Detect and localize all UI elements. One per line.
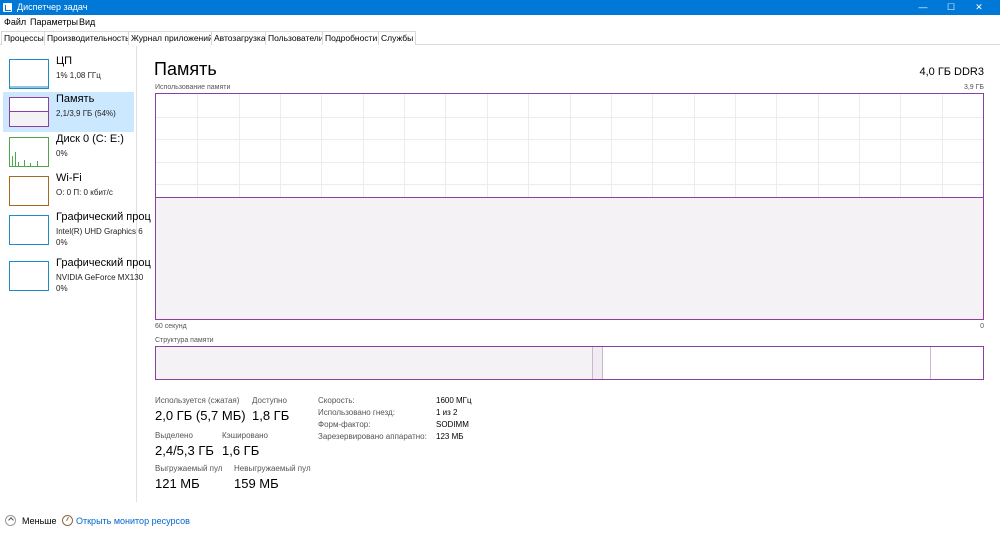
available-label: Доступно xyxy=(252,396,287,405)
slots-label: Использовано гнезд: xyxy=(318,408,395,417)
memory-thumb-fill xyxy=(10,110,48,126)
graph-max-label: 3,9 ГБ xyxy=(963,84,984,91)
menu-options[interactable]: Параметры xyxy=(30,17,78,28)
memory-usage-fill xyxy=(156,197,983,319)
graph-time-label: 60 секунд xyxy=(155,323,187,330)
fewer-details-button[interactable]: Меньше xyxy=(22,516,57,527)
graph-zero-label: 0 xyxy=(980,323,984,330)
wifi-graph-thumbnail xyxy=(9,176,49,206)
close-button[interactable]: ✕ xyxy=(965,0,993,15)
sidebar-item-title: Диск 0 (C: E:) xyxy=(56,133,124,145)
tab-app-history[interactable]: Журнал приложений xyxy=(128,31,216,45)
sidebar-item-cpu[interactable]: ЦП 1% 1,08 ГГц xyxy=(3,54,134,94)
tab-services[interactable]: Службы xyxy=(378,31,417,45)
form-factor-label: Форм-фактор: xyxy=(318,420,371,429)
sidebar-item-title: Графический проц xyxy=(56,257,151,269)
sidebar-item-usage: 0% xyxy=(56,238,68,247)
memory-usage-graph xyxy=(155,93,984,320)
committed-label: Выделено xyxy=(155,431,193,440)
window-title: Диспетчер задач xyxy=(17,2,88,12)
cached-label: Кэшировано xyxy=(222,431,269,440)
tab-details[interactable]: Подробности xyxy=(322,31,381,45)
open-resource-monitor-link[interactable]: Открыть монитор ресурсов xyxy=(76,516,190,527)
speed-value: 1600 МГц xyxy=(436,396,472,405)
tab-performance[interactable]: Производительность xyxy=(44,31,133,46)
sidebar-item-title: Wi-Fi xyxy=(56,172,82,184)
structure-in-use xyxy=(156,347,593,379)
committed-value: 2,4/5,3 ГБ xyxy=(155,443,214,458)
nonpaged-pool-label: Невыгружаемый пул xyxy=(234,464,311,473)
gpu1-graph-thumbnail xyxy=(9,261,49,291)
sidebar-item-title: Память xyxy=(56,93,95,105)
sidebar-item-title: ЦП xyxy=(56,55,73,67)
available-value: 1,8 ГБ xyxy=(252,408,290,423)
structure-free xyxy=(931,347,983,379)
form-factor-value: SODIMM xyxy=(436,420,469,429)
sidebar-item-detail: 0% xyxy=(56,149,68,158)
menu-bar: Файл Параметры Вид xyxy=(0,15,1000,31)
memory-spec: 4,0 ГБ DDR3 xyxy=(919,66,984,78)
structure-modified xyxy=(593,347,603,379)
sidebar-item-detail: Intel(R) UHD Graphics 6 xyxy=(56,227,143,236)
speed-label: Скорость: xyxy=(318,396,355,405)
disk-graph-thumbnail xyxy=(9,137,49,167)
sidebar-item-gpu-0[interactable]: Графический проц Intel(R) UHD Graphics 6… xyxy=(3,210,151,256)
memory-panel: Память 4,0 ГБ DDR3 Использование памяти … xyxy=(138,46,1000,502)
title-bar: Диспетчер задач — ☐ ✕ xyxy=(0,0,1000,15)
slots-value: 1 из 2 xyxy=(436,408,458,417)
minimize-button[interactable]: — xyxy=(909,0,937,15)
sidebar-item-memory[interactable]: Память 2,1/3,9 ГБ (54%) xyxy=(3,92,134,132)
sidebar-item-detail: 2,1/3,9 ГБ (54%) xyxy=(56,109,116,118)
menu-view[interactable]: Вид xyxy=(79,17,95,28)
graph-label: Использование памяти xyxy=(155,84,231,91)
tab-startup[interactable]: Автозагрузка xyxy=(211,31,269,45)
tab-processes[interactable]: Процессы xyxy=(1,31,47,45)
cached-value: 1,6 ГБ xyxy=(222,443,260,458)
sidebar-item-title: Графический проц xyxy=(56,211,151,223)
nonpaged-pool-value: 159 МБ xyxy=(234,476,279,491)
structure-standby xyxy=(603,347,931,379)
sidebar-item-gpu-1[interactable]: Графический проц NVIDIA GeForce MX130 0% xyxy=(3,256,151,302)
cpu-thumb-line xyxy=(10,86,48,88)
chevron-up-icon[interactable] xyxy=(5,515,16,526)
maximize-button[interactable]: ☐ xyxy=(937,0,965,15)
hardware-reserved-label: Зарезервировано аппаратно: xyxy=(318,432,427,441)
resource-sidebar: ЦП 1% 1,08 ГГц Память 2,1/3,9 ГБ (54%) Д… xyxy=(0,46,151,502)
tab-bar: Процессы Производительность Журнал прило… xyxy=(0,31,1000,46)
disk-thumb-bars xyxy=(12,152,38,166)
tab-users[interactable]: Пользователи xyxy=(265,31,327,45)
sidebar-item-usage: 0% xyxy=(56,284,68,293)
in-use-label: Используется (сжатая) xyxy=(155,396,240,405)
sidebar-item-wifi[interactable]: Wi-Fi О: 0 П: 0 кбит/с xyxy=(3,171,134,211)
memory-structure-bar xyxy=(155,346,984,380)
in-use-value: 2,0 ГБ (5,7 МБ) xyxy=(155,408,246,423)
sidebar-item-disk[interactable]: Диск 0 (C: E:) 0% xyxy=(3,132,134,172)
resource-monitor-icon[interactable] xyxy=(62,515,73,526)
menu-file[interactable]: Файл xyxy=(4,17,26,28)
page-title: Память xyxy=(154,59,217,79)
memory-graph-thumbnail xyxy=(9,97,49,127)
hardware-reserved-value: 123 МБ xyxy=(436,432,464,441)
footer-bar: Меньше Открыть монитор ресурсов xyxy=(0,502,1000,535)
task-manager-icon xyxy=(3,3,12,12)
cpu-graph-thumbnail xyxy=(9,59,49,89)
sidebar-item-detail: 1% 1,08 ГГц xyxy=(56,71,101,80)
paged-pool-value: 121 МБ xyxy=(155,476,200,491)
sidebar-item-detail: О: 0 П: 0 кбит/с xyxy=(56,188,113,197)
structure-label: Структура памяти xyxy=(155,337,214,344)
sidebar-item-detail: NVIDIA GeForce MX130 xyxy=(56,273,144,282)
paged-pool-label: Выгружаемый пул xyxy=(155,464,223,473)
gpu0-graph-thumbnail xyxy=(9,215,49,245)
